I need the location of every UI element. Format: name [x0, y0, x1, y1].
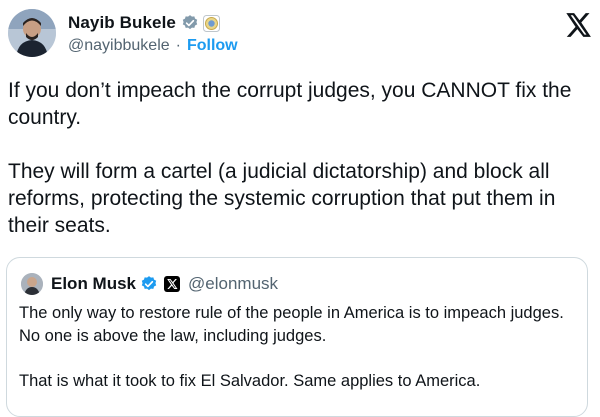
x-affiliate-badge-icon — [164, 276, 181, 292]
quoted-author-handle[interactable]: @elonmusk — [188, 274, 278, 294]
tweet-paragraph-2: They will form a cartel (a judicial dict… — [8, 160, 556, 237]
quoted-tweet-body: The only way to restore rule of the peop… — [19, 302, 574, 393]
author-avatar[interactable] — [8, 9, 56, 57]
verified-badge-icon — [140, 275, 158, 293]
quoted-tweet-header: Elon Musk @elonmusk — [21, 272, 278, 296]
tweet-header: Nayib Bukele @nayibbukele · Follow — [0, 0, 600, 70]
quoted-author-name[interactable]: Elon Musk — [51, 274, 136, 294]
quoted-paragraph-2: That is what it took to fix El Salvador.… — [19, 372, 481, 390]
author-name-line: Nayib Bukele — [68, 11, 220, 35]
author-handle-line: @nayibbukele · Follow — [68, 37, 238, 55]
author-handle[interactable]: @nayibbukele — [68, 37, 170, 55]
quoted-tweet-card[interactable]: Elon Musk @elonmusk The only way to rest… — [6, 257, 588, 417]
separator-dot: · — [175, 37, 181, 54]
author-name[interactable]: Nayib Bukele — [68, 13, 176, 33]
government-seal-icon — [202, 14, 220, 32]
quoted-author-avatar[interactable] — [21, 273, 43, 295]
tweet-body: If you don’t impeach the corrupt judges,… — [8, 77, 596, 239]
follow-button[interactable]: Follow — [187, 37, 238, 55]
verified-badge-icon — [181, 14, 199, 32]
quoted-paragraph-1: The only way to restore rule of the peop… — [19, 304, 564, 345]
x-logo-icon[interactable] — [566, 13, 592, 37]
tweet-paragraph-1: If you don’t impeach the corrupt judges,… — [8, 79, 572, 129]
